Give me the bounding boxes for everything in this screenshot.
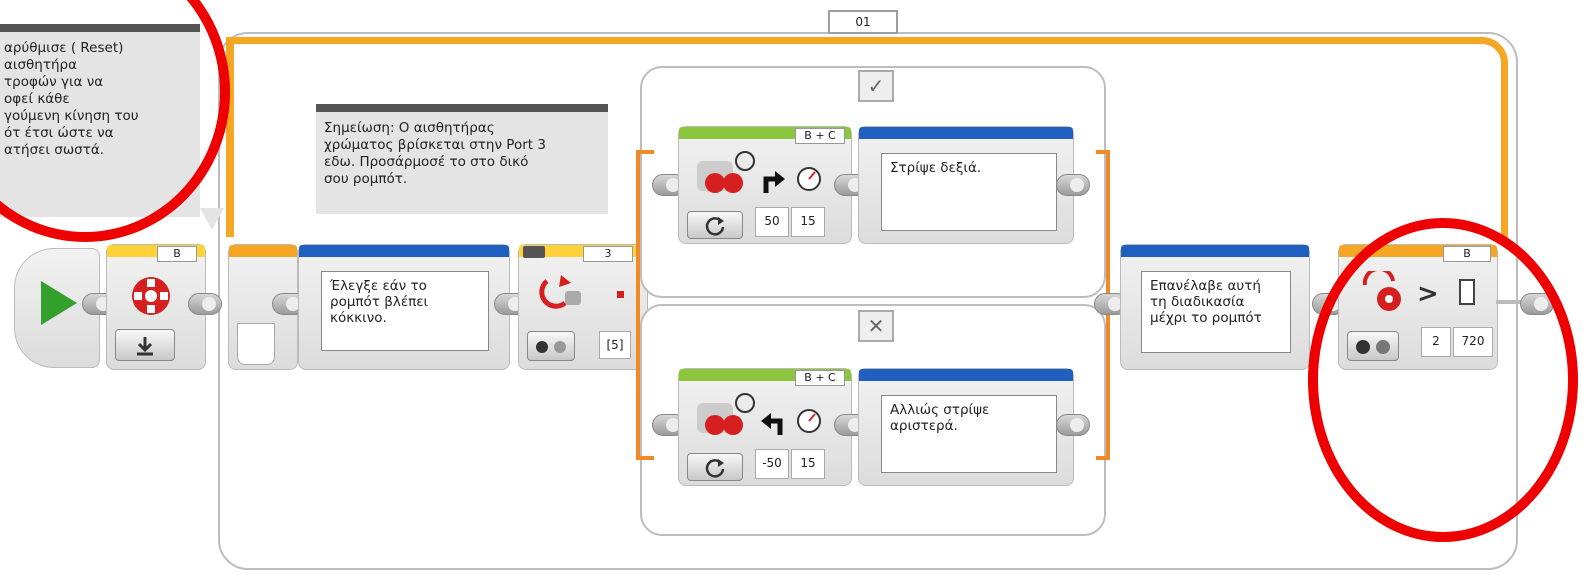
power-gauge-icon <box>797 167 821 191</box>
switch-icon <box>523 246 545 258</box>
check-comment-text[interactable]: Έλεγξε εάν το ρομπότ βλέπει κόκκινο. <box>321 271 489 351</box>
turn-right-comment[interactable]: Στρίψε δεξιά. <box>881 153 1057 231</box>
color-indicator <box>617 291 624 298</box>
switch-wire-left <box>636 150 640 460</box>
sequence-plug <box>188 293 222 315</box>
mode-selector[interactable] <box>687 453 743 481</box>
repeat-comment-text[interactable]: Επανέλαβε αυτή τη διαδικασία μέχρι το ρο… <box>1141 271 1291 353</box>
mode-selector[interactable] <box>687 211 743 239</box>
turn-left-icon <box>761 413 783 435</box>
steering-motor-icon <box>697 151 755 193</box>
block-bar <box>229 245 297 257</box>
note-comment-line: Σημείωση: Ο αισθητήρας <box>324 120 495 136</box>
loop-entry-slot <box>237 323 275 365</box>
turn-left-comment[interactable]: Αλλιώς στρίψε αριστερά. <box>881 395 1057 473</box>
loop-label[interactable]: 01 <box>828 10 898 34</box>
block-bar <box>859 127 1073 139</box>
switch-wire <box>636 150 654 154</box>
block-bar <box>859 369 1073 381</box>
note-comment-line: εδω. Προσάρμοσέ το στο δικό <box>324 154 529 170</box>
comment-line: κόκκινο. <box>330 310 387 326</box>
download-icon <box>137 337 153 356</box>
rotations-icon <box>705 217 725 236</box>
note-comment-line: σου ρομπότ. <box>324 171 408 187</box>
switch-wire <box>636 456 654 460</box>
move-steering-block-left[interactable]: B + C -50 15 <box>678 368 852 486</box>
power-value[interactable]: 15 <box>791 207 825 237</box>
switch-wire <box>1096 150 1110 154</box>
comment-block-turn-left[interactable]: Αλλιώς στρίψε αριστερά. <box>858 368 1074 486</box>
block-bar <box>1121 245 1309 257</box>
steering-value[interactable]: -50 <box>755 449 789 479</box>
note-comment-line: χρώματος βρίσκεται στην Port 3 <box>324 137 546 153</box>
note-comment[interactable]: Σημείωση: Ο αισθητήρας χρώματος βρίσκετα… <box>316 112 608 214</box>
mode-selector[interactable] <box>527 331 575 361</box>
note-comment-bar <box>316 104 608 112</box>
check-comment-block[interactable]: Έλεγξε εάν το ρομπότ βλέπει κόκκινο. <box>298 244 510 370</box>
comment-line: Έλεγξε εάν το <box>330 278 427 294</box>
sensor-mode-icon <box>536 341 549 353</box>
checkmark-icon[interactable]: ✓ <box>858 70 894 102</box>
turn-right-icon <box>763 171 785 193</box>
switch-wire <box>1096 456 1110 460</box>
power-value[interactable]: 15 <box>791 449 825 479</box>
play-icon <box>41 281 77 325</box>
port-3-label[interactable]: 3 <box>583 246 633 262</box>
comment-block-turn-right[interactable]: Στρίψε δεξιά. <box>858 126 1074 244</box>
move-steering-block-right[interactable]: B + C 50 15 <box>678 126 852 244</box>
block-bar <box>299 245 509 257</box>
steering-motor-icon <box>697 393 755 435</box>
comment-line: τη διαδικασία <box>1150 294 1245 310</box>
repeat-comment-block[interactable]: Επανέλαβε αυτή τη διαδικασία μέχρι το ρο… <box>1120 244 1310 370</box>
comment-line: Επανέλαβε αυτή <box>1150 278 1261 294</box>
steering-value[interactable]: 50 <box>755 207 789 237</box>
power-gauge-icon <box>797 409 821 433</box>
comment-line: ρομπότ βλέπει <box>330 294 429 310</box>
color-set-value[interactable]: [5] <box>599 331 631 359</box>
sequence-plug <box>1056 174 1090 196</box>
comment-line: αριστερά. <box>890 418 958 434</box>
port-b-label[interactable]: B <box>157 246 197 262</box>
comment-line: μέχρι το ρομπότ <box>1150 310 1262 326</box>
comment-line: Αλλιώς στρίψε <box>890 402 990 418</box>
comment-pointer <box>200 208 224 230</box>
sequence-plug <box>1056 414 1090 436</box>
color-switch-block[interactable]: 3 [5] <box>518 244 648 370</box>
port-bc-label[interactable]: B + C <box>795 370 845 386</box>
motor-rotation-icon <box>132 277 170 315</box>
port-bc-label[interactable]: B + C <box>795 128 845 144</box>
cross-icon[interactable]: ✕ <box>858 310 894 342</box>
color-mode-icon <box>553 341 566 353</box>
color-sensor-icon <box>539 275 581 309</box>
highlight-ring <box>1308 218 1578 542</box>
rotations-icon <box>705 459 725 478</box>
comment-line: Στρίψε δεξιά. <box>890 160 982 176</box>
mode-selector[interactable] <box>115 329 175 361</box>
